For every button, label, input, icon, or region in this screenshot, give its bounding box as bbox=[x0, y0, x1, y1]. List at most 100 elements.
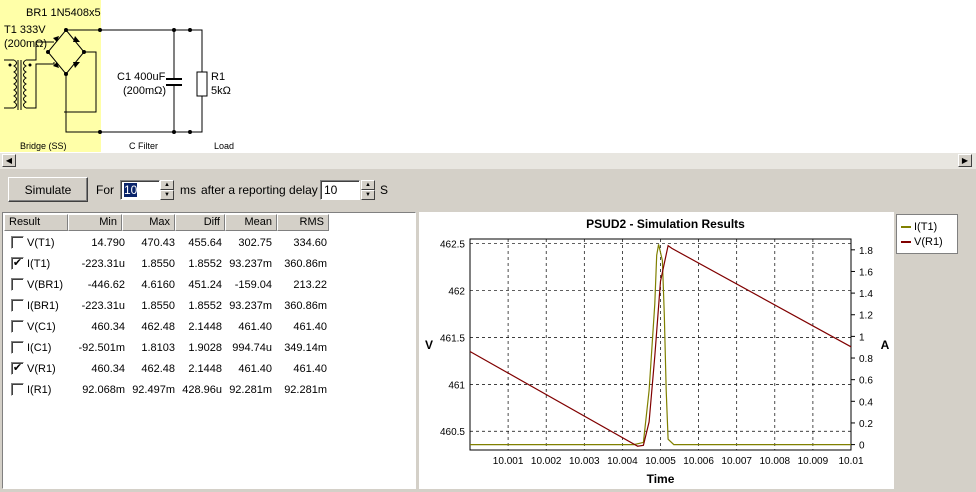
ms-label: ms bbox=[180, 183, 196, 197]
capacitor-resistance: (200mΩ) bbox=[123, 85, 167, 97]
x-tick-label: 10.008 bbox=[760, 456, 791, 467]
row-name: I(C1) bbox=[27, 342, 52, 354]
y-right-tick-label: 0 bbox=[859, 441, 865, 452]
column-header-diff[interactable]: Diff bbox=[175, 214, 225, 231]
row-mean: 461.40 bbox=[238, 321, 272, 333]
column-header-mean[interactable]: Mean bbox=[225, 214, 277, 231]
column-header-max[interactable]: Max bbox=[122, 214, 175, 231]
y-right-tick-label: 0.4 bbox=[859, 397, 873, 408]
y-left-tick-label: 460.5 bbox=[440, 427, 465, 438]
row-checkbox[interactable] bbox=[11, 299, 24, 312]
row-diff: 1.8552 bbox=[188, 258, 222, 270]
row-max: 1.8550 bbox=[141, 258, 175, 270]
y-right-tick-label: 1.6 bbox=[859, 267, 873, 278]
column-header-min[interactable]: Min bbox=[68, 214, 122, 231]
scroll-left-icon[interactable]: ◀ bbox=[2, 154, 16, 167]
transformer-resistance: (200mΩ) bbox=[4, 38, 48, 50]
x-tick-label: 10.009 bbox=[798, 456, 829, 467]
column-header-result[interactable]: Result bbox=[4, 214, 68, 231]
row-mean: 461.40 bbox=[238, 363, 272, 375]
row-min: -223.31u bbox=[81, 258, 125, 270]
row-mean: -159.04 bbox=[234, 279, 272, 291]
table-row[interactable]: ✔ V(R1) 460.34 462.48 2.1448 461.40 461.40 bbox=[5, 359, 415, 380]
y-right-tick-label: 1 bbox=[859, 332, 865, 343]
resistor-label: R1 bbox=[211, 71, 226, 83]
delay-input[interactable]: 10 bbox=[320, 180, 360, 200]
row-diff: 451.24 bbox=[188, 279, 222, 291]
y-right-tick-label: 0.8 bbox=[859, 354, 873, 365]
y-right-tick-label: 0.6 bbox=[859, 376, 873, 387]
row-diff: 455.64 bbox=[188, 237, 222, 249]
resistor-value: 5kΩ bbox=[211, 85, 231, 97]
table-row[interactable]: I(C1) -92.501m 1.8103 1.9028 994.74u 349.14m bbox=[5, 338, 415, 359]
chart-panel: PSUD2 - Simulation Results 10.001 10.002 10… bbox=[419, 212, 894, 489]
legend-swatch bbox=[901, 226, 911, 228]
y-axis-label-left: V bbox=[425, 338, 433, 352]
row-max: 1.8550 bbox=[141, 300, 175, 312]
x-tick-label: 10.001 bbox=[493, 456, 524, 467]
table-row[interactable]: V(BR1) -446.62 4.6160 451.24 -159.04 213.22 bbox=[5, 275, 415, 296]
results-chart: PSUD2 - Simulation Results10.001 10.002 10… bbox=[425, 217, 890, 486]
row-diff: 1.8552 bbox=[188, 300, 222, 312]
capacitor-label: C1 400uF bbox=[117, 71, 166, 83]
delay-spinner[interactable]: ▲ ▼ bbox=[361, 180, 375, 200]
row-max: 1.8103 bbox=[141, 342, 175, 354]
y-axis-label-right: A bbox=[881, 338, 890, 352]
horizontal-scrollbar[interactable]: ◀ ▶ bbox=[0, 152, 976, 169]
x-tick-label: 10.003 bbox=[569, 456, 600, 467]
x-tick-label: 10.002 bbox=[531, 456, 562, 467]
table-row[interactable]: ✔ I(T1) -223.31u 1.8550 1.8552 93.237m 360.86m bbox=[5, 254, 415, 275]
section-label-bridge: Bridge (SS) bbox=[20, 141, 67, 151]
row-name: V(T1) bbox=[27, 237, 55, 249]
y-right-tick-label: 0.2 bbox=[859, 419, 873, 430]
row-checkbox[interactable] bbox=[11, 320, 24, 333]
row-checkbox[interactable]: ✔ bbox=[11, 257, 24, 270]
s-label: S bbox=[380, 183, 389, 197]
simulate-button[interactable]: Simulate bbox=[8, 177, 88, 202]
row-name: I(R1) bbox=[27, 384, 52, 396]
row-checkbox[interactable] bbox=[11, 383, 24, 396]
row-rms: 334.60 bbox=[293, 237, 327, 249]
table-row[interactable]: I(BR1) -223.31u 1.8550 1.8552 93.237m 360.86m bbox=[5, 296, 415, 317]
row-rms: 213.22 bbox=[293, 279, 327, 291]
duration-spinner[interactable]: ▲ ▼ bbox=[160, 180, 174, 200]
row-diff: 2.1448 bbox=[188, 321, 222, 333]
simulation-controls: Simulate For 10 ▲ ▼ ms after a reporting … bbox=[0, 170, 976, 210]
row-min: -92.501m bbox=[78, 342, 125, 354]
x-tick-label: 10.004 bbox=[607, 456, 638, 467]
row-checkbox[interactable] bbox=[11, 341, 24, 354]
row-checkbox[interactable] bbox=[11, 278, 24, 291]
row-max: 470.43 bbox=[141, 237, 175, 249]
x-tick-label: 10.006 bbox=[683, 456, 714, 467]
row-rms: 360.86m bbox=[284, 300, 327, 312]
legend-label: V(R1) bbox=[914, 236, 943, 248]
row-rms: 461.40 bbox=[293, 363, 327, 375]
row-checkbox[interactable]: ✔ bbox=[11, 362, 24, 375]
schematic-panel[interactable]: BR1 1N5408x5 T1 333V (200mΩ) C1 400uF (2… bbox=[0, 0, 976, 153]
table-row[interactable]: V(C1) 460.34 462.48 2.1448 461.40 461.40 bbox=[5, 317, 415, 338]
chart-legend: I(T1) V(R1) bbox=[896, 214, 958, 254]
spin-down-icon[interactable]: ▼ bbox=[361, 190, 375, 200]
table-row[interactable]: I(R1) 92.068m 92.497m 428.96u 92.281m 92.281m bbox=[5, 380, 415, 401]
delay-label: after a reporting delay of bbox=[201, 183, 332, 197]
table-row[interactable]: V(T1) 14.790 470.43 455.64 302.75 334.60 bbox=[5, 233, 415, 254]
row-mean: 93.237m bbox=[229, 258, 272, 270]
for-label: For bbox=[96, 183, 114, 197]
row-name: I(BR1) bbox=[27, 300, 59, 312]
row-name: V(C1) bbox=[27, 321, 56, 333]
row-checkbox[interactable] bbox=[11, 236, 24, 249]
spin-up-icon[interactable]: ▲ bbox=[361, 180, 375, 190]
duration-input[interactable]: 10 bbox=[120, 180, 160, 200]
row-min: 460.34 bbox=[91, 363, 125, 375]
spin-down-icon[interactable]: ▼ bbox=[160, 190, 174, 200]
spin-up-icon[interactable]: ▲ bbox=[160, 180, 174, 190]
x-tick-label: 10.005 bbox=[645, 456, 676, 467]
column-header-rms[interactable]: RMS bbox=[277, 214, 329, 231]
row-name: I(T1) bbox=[27, 258, 51, 270]
row-max: 462.48 bbox=[141, 321, 175, 333]
row-mean: 93.237m bbox=[229, 300, 272, 312]
row-rms: 92.281m bbox=[284, 384, 327, 396]
results-table[interactable]: Result Min Max Diff Mean RMS V(T1) 14.790… bbox=[2, 212, 416, 489]
y-left-tick-label: 462.5 bbox=[440, 240, 465, 251]
scroll-right-icon[interactable]: ▶ bbox=[958, 154, 972, 167]
